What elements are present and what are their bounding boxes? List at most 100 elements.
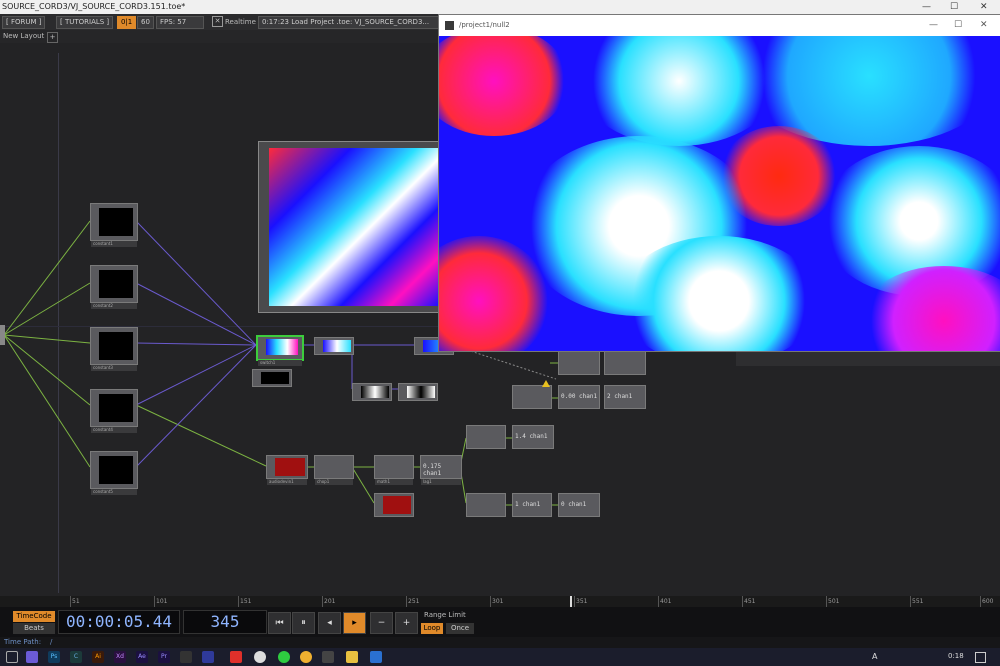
chop-node-6[interactable]: 0 chan1 xyxy=(558,493,600,517)
vivaldi-icon[interactable] xyxy=(230,651,242,663)
app-icon-4[interactable] xyxy=(370,651,382,663)
c4d-icon[interactable]: C xyxy=(70,651,82,663)
time-path-value[interactable]: / xyxy=(50,637,52,648)
ruler-tick: 151 xyxy=(238,596,252,607)
switch1-node[interactable]: switch1 xyxy=(256,335,304,366)
touchdesigner-icon[interactable] xyxy=(300,651,312,663)
node-label: constant3 xyxy=(91,365,137,371)
node-preview xyxy=(99,394,133,422)
pause-indicator[interactable]: 0|1 xyxy=(117,16,137,29)
premiere-icon[interactable]: Pr xyxy=(158,651,170,663)
timecode-display[interactable]: 00:00:05.44 xyxy=(58,610,180,634)
once-button[interactable]: Once xyxy=(446,623,474,634)
output-maximize-button[interactable]: ☐ xyxy=(954,15,962,36)
node-label: switch1 xyxy=(258,360,302,366)
lag1-node[interactable]: 0.175 chan1 lag1 xyxy=(420,455,462,485)
forum-button[interactable]: [ FORUM ] xyxy=(2,16,46,29)
time-path-label: Time Path: xyxy=(4,638,42,646)
realtime-checkbox[interactable]: ✕ xyxy=(212,16,223,27)
add-layout-button[interactable]: + xyxy=(47,32,58,43)
after-effects-icon[interactable]: Ae xyxy=(136,651,148,663)
play-button[interactable]: ▸ xyxy=(343,612,366,634)
minimize-button[interactable]: — xyxy=(922,0,931,14)
app-icon-3[interactable] xyxy=(322,651,334,663)
maximize-button[interactable]: ☐ xyxy=(950,0,958,14)
chop-node-5[interactable]: 1 chan1 xyxy=(512,493,552,517)
input-connector[interactable] xyxy=(0,325,5,345)
audio-node[interactable]: audiodevin1 xyxy=(266,455,308,485)
ruler-tick: 551 xyxy=(910,596,924,607)
language-indicator[interactable]: A xyxy=(872,652,877,661)
realtime-label: Realtime xyxy=(225,18,256,26)
chop-node[interactable]: chop1 xyxy=(314,455,354,485)
constant-node[interactable] xyxy=(252,369,292,387)
ruler-tick: 251 xyxy=(406,596,420,607)
level-node-2[interactable] xyxy=(398,383,438,401)
app-icon[interactable] xyxy=(180,651,192,663)
line-icon[interactable] xyxy=(278,651,290,663)
timecode-button[interactable]: TimeCode xyxy=(13,611,55,622)
pause-button[interactable]: ⏸ xyxy=(292,612,315,634)
chop-node-4[interactable] xyxy=(466,493,506,517)
output-close-button[interactable]: ✕ xyxy=(980,15,988,36)
xd-icon[interactable]: Xd xyxy=(114,651,126,663)
notifications-icon[interactable] xyxy=(975,652,986,663)
level-node[interactable] xyxy=(352,383,392,401)
constant4-node[interactable]: constant4 xyxy=(90,389,138,433)
chop-node-7[interactable] xyxy=(512,380,552,409)
math1-node[interactable]: math1 xyxy=(374,455,414,485)
chop-value: 2 chan1 xyxy=(607,393,633,400)
output-window-titlebar[interactable]: /project1/null2 — ☐ ✕ xyxy=(439,15,1000,36)
audio-preview-node[interactable] xyxy=(374,493,414,517)
ruler-tick: 600 xyxy=(980,596,994,607)
node-preview xyxy=(99,456,133,484)
window-title: SOURCE_CORD3/VJ_SOURCE_CORD3.151.toe* xyxy=(2,2,186,11)
output-minimize-button[interactable]: — xyxy=(929,15,938,36)
chop-node-8[interactable]: 0.00 chan1 xyxy=(558,385,600,409)
illustrator-icon[interactable]: Ai xyxy=(92,651,104,663)
step-back-button[interactable]: ◂ xyxy=(318,612,341,634)
chrome-icon[interactable] xyxy=(254,651,266,663)
loop-button[interactable]: Loop xyxy=(421,623,443,634)
rewind-button[interactable]: ⏮ xyxy=(268,612,291,634)
frame-display[interactable]: 345 xyxy=(183,610,267,634)
range-limit-label: Range Limit xyxy=(424,611,466,619)
playhead[interactable] xyxy=(570,596,572,607)
chop-node-9[interactable]: 2 chan1 xyxy=(604,385,646,409)
app-icon-2[interactable] xyxy=(202,651,214,663)
chop-node-3[interactable]: 1.4 chan1 xyxy=(512,425,554,449)
chop-value: 1 chan1 xyxy=(515,501,541,508)
node-preview xyxy=(99,332,133,360)
node-preview xyxy=(99,208,133,236)
visual-studio-icon[interactable] xyxy=(26,651,38,663)
constant1-node[interactable]: constant1 xyxy=(90,203,138,247)
chop-node-11[interactable] xyxy=(604,351,646,375)
constant5-node[interactable]: constant5 xyxy=(90,451,138,495)
node-label: constant4 xyxy=(91,427,137,433)
close-button[interactable]: ✕ xyxy=(980,0,988,14)
constant3-node[interactable]: constant3 xyxy=(90,327,138,371)
minus-button[interactable]: − xyxy=(370,612,393,634)
layout-tab[interactable]: New Layout xyxy=(3,30,44,43)
output-window[interactable]: /project1/null2 — ☐ ✕ xyxy=(438,14,1000,352)
warning-icon xyxy=(542,380,550,387)
timeline-ruler[interactable]: 51 101 151 201 251 301 351 401 451 501 5… xyxy=(0,596,1000,607)
chop-node-2[interactable] xyxy=(466,425,506,449)
clock[interactable]: 0:18 xyxy=(948,652,964,660)
title-bar: SOURCE_CORD3/VJ_SOURCE_CORD3.151.toe* — … xyxy=(0,0,1000,14)
menu-bar: [ FORUM ] [ TUTORIALS ] 0|1 60 FPS: 57 ✕… xyxy=(0,14,442,30)
plus-button[interactable]: + xyxy=(395,612,418,634)
constant2-node[interactable]: constant2 xyxy=(90,265,138,309)
tutorials-button[interactable]: [ TUTORIALS ] xyxy=(56,16,114,29)
node-label: constant2 xyxy=(91,303,137,309)
file-explorer-icon[interactable] xyxy=(346,651,358,663)
chop-node-10[interactable] xyxy=(558,351,600,375)
node-preview xyxy=(275,458,305,476)
viewer-node[interactable] xyxy=(258,141,442,313)
photoshop-icon[interactable]: Ps xyxy=(48,651,60,663)
node-label: lag1 xyxy=(421,479,461,485)
fps-target[interactable]: 60 xyxy=(137,16,154,29)
comp-node[interactable] xyxy=(314,337,354,355)
start-icon[interactable] xyxy=(6,651,18,663)
beats-button[interactable]: Beats xyxy=(13,623,55,634)
